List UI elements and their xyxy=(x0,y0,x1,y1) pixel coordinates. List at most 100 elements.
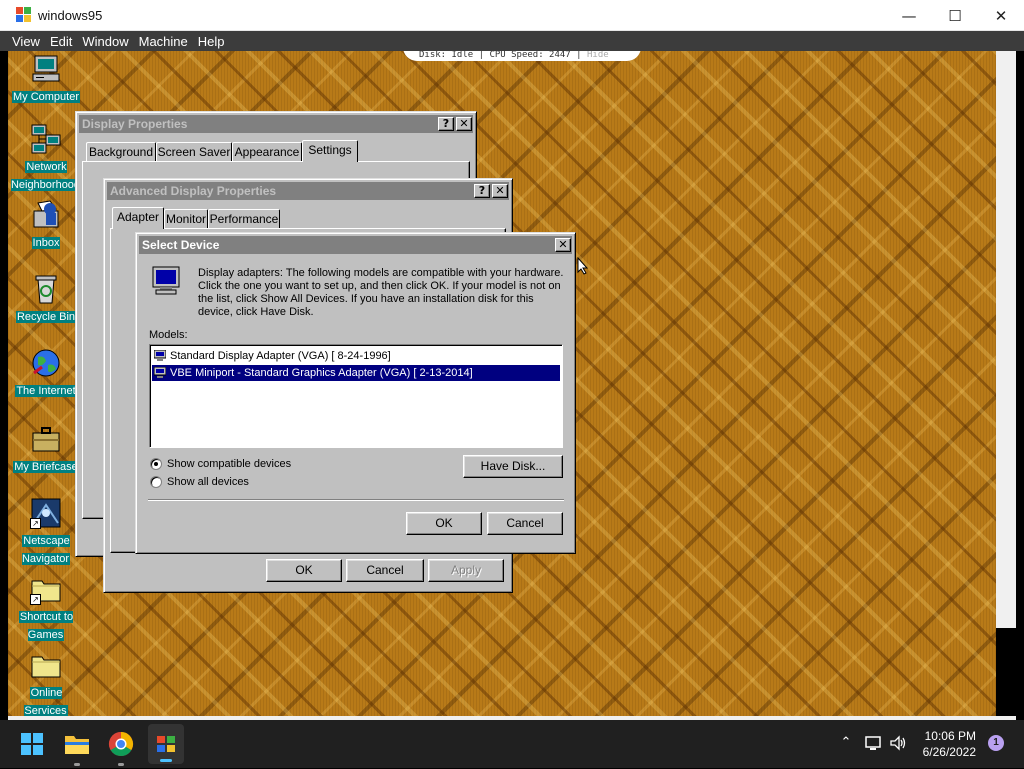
window-title: Advanced Display Properties xyxy=(110,184,277,198)
menu-window[interactable]: Window xyxy=(80,34,136,49)
help-button[interactable]: ? xyxy=(438,117,454,131)
network-icon[interactable] xyxy=(864,734,882,752)
have-disk-button[interactable]: Have Disk... xyxy=(463,455,563,478)
desktop-icon-my-computer[interactable]: My Computer xyxy=(8,53,84,105)
desktop-icon-label: Online Services xyxy=(24,687,68,716)
window-title: Select Device xyxy=(142,238,220,252)
desktop-icon-label: My Computer xyxy=(11,91,81,103)
desktop-icon-my-briefcase[interactable]: My Briefcase xyxy=(8,423,84,475)
desktop-icon-label: Recycle Bin xyxy=(15,311,77,323)
my-computer-icon xyxy=(30,53,62,85)
windows95-app-icon xyxy=(16,7,32,23)
active-indicator xyxy=(160,759,172,762)
dialog-separator xyxy=(148,499,564,501)
desktop-icon-label: Inbox xyxy=(31,237,61,249)
status-hide-link[interactable]: Hide xyxy=(587,51,609,60)
select-device-title-bar: Select Device ✕ xyxy=(139,236,572,254)
chevron-up-icon[interactable]: ⌃ xyxy=(837,734,855,752)
help-button[interactable]: ? xyxy=(474,184,490,198)
menu-help[interactable]: Help xyxy=(196,34,233,49)
running-indicator xyxy=(74,763,80,766)
tab-adapter[interactable]: Adapter xyxy=(112,207,164,229)
desktop-icon-netscape-navigator[interactable]: ↗ Netscape Navigator xyxy=(8,497,84,567)
tab-monitor[interactable]: Monitor xyxy=(164,209,208,229)
close-button[interactable]: ✕ xyxy=(555,238,571,252)
clock-date[interactable]: 6/26/2022 xyxy=(896,745,976,759)
description-line: the list, click Show All Devices. If you… xyxy=(198,293,534,305)
file-explorer-icon[interactable] xyxy=(61,728,93,766)
windows95-app-icon[interactable] xyxy=(148,724,184,764)
tab-settings[interactable]: Settings xyxy=(302,140,358,162)
desktop-icon-shortcut-to-games[interactable]: ↗ Shortcut to Games xyxy=(8,573,84,643)
start-icon[interactable] xyxy=(16,728,48,760)
desktop-icon-network-neighborhood[interactable]: Network Neighborhood xyxy=(8,123,84,193)
description-line: Click the one you want to set up, and th… xyxy=(198,280,561,292)
models-list[interactable]: Standard Display Adapter (VGA) [ 8-24-19… xyxy=(149,344,563,448)
maximize-button[interactable]: ☐ xyxy=(932,0,978,31)
desktop-icon-label: Shortcut to Games xyxy=(18,611,74,641)
display-properties-title-bar: Display Properties ? ✕ xyxy=(79,115,473,133)
folder-icon xyxy=(30,649,62,681)
select-device-description: Display adapters: The following models a… xyxy=(198,267,568,319)
apply-button[interactable]: Apply xyxy=(428,559,504,582)
notification-badge[interactable]: 1 xyxy=(988,735,1004,751)
folder-shortcut-icon: ↗ xyxy=(30,573,62,605)
netscape-icon: ↗ xyxy=(30,497,62,529)
model-name: VBE Miniport - Standard Graphics Adapter… xyxy=(170,367,473,379)
show-all-label[interactable]: Show all devices xyxy=(167,476,249,489)
window-title: Display Properties xyxy=(82,117,188,131)
description-line: Display adapters: The following models a… xyxy=(198,267,564,279)
list-item[interactable]: VBE Miniport - Standard Graphics Adapter… xyxy=(152,365,560,381)
chrome-icon[interactable] xyxy=(105,728,137,766)
models-label: Models: xyxy=(149,329,188,341)
list-item[interactable]: Standard Display Adapter (VGA) [ 8-24-19… xyxy=(152,348,560,364)
menu-machine[interactable]: Machine xyxy=(137,34,196,49)
desktop-icon-label: Network Neighborhood xyxy=(10,161,82,191)
tab-background[interactable]: Background xyxy=(86,142,156,162)
briefcase-icon xyxy=(30,423,62,455)
desktop-icon-inbox[interactable]: Inbox xyxy=(8,199,84,251)
clock-time[interactable]: 10:06 PM xyxy=(896,729,976,743)
close-button[interactable]: ✕ xyxy=(978,0,1024,31)
tab-screen-saver[interactable]: Screen Saver xyxy=(156,142,232,162)
inbox-icon xyxy=(30,199,62,231)
emulator-side-strip xyxy=(996,51,1016,716)
host-taskbar: ⌃ 10:06 PM 6/26/2022 xyxy=(0,720,1024,768)
select-device-dialog: Select Device ✕ Display adapters: The fo… xyxy=(135,232,576,554)
close-button[interactable]: ✕ xyxy=(456,117,472,131)
desktop-icon-label: My Briefcase xyxy=(13,461,79,473)
cancel-button[interactable]: Cancel xyxy=(487,512,563,535)
show-compatible-radio[interactable] xyxy=(150,458,162,470)
host-menu-bar: View Edit Window Machine Help xyxy=(0,31,1024,51)
show-all-radio[interactable] xyxy=(150,476,162,488)
display-adapter-icon xyxy=(150,265,182,297)
monitor-icon xyxy=(153,349,167,361)
desktop-icon-the-internet[interactable]: The Internet xyxy=(8,347,84,399)
advanced-display-title-bar: Advanced Display Properties ? ✕ xyxy=(107,182,509,200)
cancel-button[interactable]: Cancel xyxy=(346,559,424,582)
show-compatible-label[interactable]: Show compatible devices xyxy=(167,458,291,471)
close-button[interactable]: ✕ xyxy=(492,184,508,198)
desktop-icon-label: The Internet xyxy=(15,385,77,397)
win95-desktop[interactable]: Disk: Idle | CPU Speed: 2447 | Hide My C… xyxy=(8,51,996,716)
status-text: Disk: Idle | CPU Speed: 2447 | xyxy=(419,51,582,60)
network-neighborhood-icon xyxy=(30,123,62,155)
recycle-bin-icon xyxy=(30,273,62,305)
internet-icon xyxy=(30,347,62,379)
menu-edit[interactable]: Edit xyxy=(48,34,80,49)
host-title-bar: windows95 — ☐ ✕ xyxy=(0,0,1024,31)
host-window-title: windows95 xyxy=(38,7,103,23)
menu-view[interactable]: View xyxy=(0,34,48,49)
desktop-icon-recycle-bin[interactable]: Recycle Bin xyxy=(8,273,84,325)
running-indicator xyxy=(118,763,124,766)
ok-button[interactable]: OK xyxy=(406,512,482,535)
monitor-icon xyxy=(153,366,167,378)
tab-performance[interactable]: Performance xyxy=(208,209,280,229)
description-line: device, click Have Disk. xyxy=(198,306,314,318)
tab-appearance[interactable]: Appearance xyxy=(232,142,302,162)
desktop-icon-online-services[interactable]: Online Services xyxy=(8,649,84,716)
emulator-status-bar: Disk: Idle | CPU Speed: 2447 | Hide xyxy=(403,51,641,61)
minimize-button[interactable]: — xyxy=(886,0,932,31)
mouse-cursor xyxy=(577,256,589,275)
ok-button[interactable]: OK xyxy=(266,559,342,582)
